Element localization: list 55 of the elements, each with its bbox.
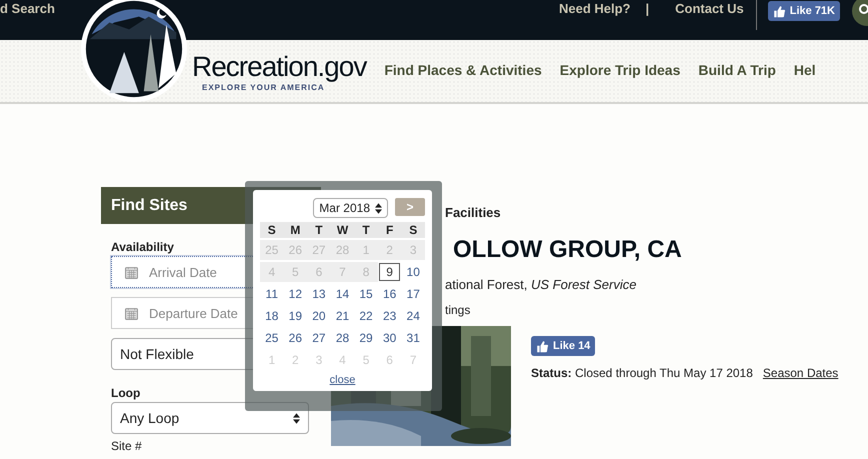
- calendar-day[interactable]: 13: [307, 284, 331, 304]
- weekday-label: S: [260, 222, 284, 238]
- site-tagline: EXPLORE YOUR AMERICA: [202, 82, 325, 92]
- calendar-icon: [125, 266, 138, 279]
- calendar-day[interactable]: 20: [307, 306, 331, 326]
- field-label: Site #: [111, 439, 142, 453]
- calendar-day[interactable]: 15: [354, 284, 378, 304]
- facility-subtitle: ational Forest, US Forest Service: [445, 277, 636, 292]
- season-dates-link[interactable]: Season Dates: [762, 366, 838, 380]
- weekday-label: M: [284, 222, 308, 238]
- calendar-day[interactable]: 29: [354, 328, 378, 348]
- field-label: Loop: [111, 386, 140, 400]
- calendar-day[interactable]: 24: [401, 306, 425, 326]
- site-title[interactable]: Recreation.gov: [192, 50, 366, 82]
- calendar-day[interactable]: 17: [401, 284, 425, 304]
- top-link[interactable]: Contact Us: [675, 1, 744, 16]
- up-down-arrows-icon: [293, 412, 300, 424]
- calendar-icon: [125, 307, 138, 320]
- loop-select[interactable]: Any Loop: [111, 402, 309, 434]
- weekday-label: W: [330, 222, 354, 238]
- weekday-label: S: [401, 222, 425, 238]
- weekday-label: F: [378, 222, 402, 238]
- nav-link[interactable]: Build A Trip: [698, 62, 776, 78]
- field-label: Availability: [111, 240, 174, 254]
- weekday-label: T: [307, 222, 331, 238]
- like-button[interactable]: Like 71K: [768, 1, 840, 21]
- search-link[interactable]: d Search: [0, 1, 55, 16]
- facility-title: OLLOW GROUP, CA: [453, 236, 682, 264]
- calendar-day[interactable]: 30: [378, 328, 402, 348]
- thumbs-up-icon: [536, 340, 549, 352]
- close-link[interactable]: close: [260, 374, 425, 386]
- like-button[interactable]: Like 14: [531, 336, 596, 356]
- calendar-day[interactable]: 10: [401, 262, 425, 282]
- calendar-day[interactable]: 23: [378, 306, 402, 326]
- nav-link[interactable]: Find Places & Activities: [384, 62, 542, 78]
- calendar-day[interactable]: 18: [260, 306, 284, 326]
- calendar-day[interactable]: 28: [330, 328, 354, 348]
- nav-link[interactable]: Hel: [794, 62, 816, 78]
- calendar-day[interactable]: 22: [354, 306, 378, 326]
- calendar-day[interactable]: 31: [401, 328, 425, 348]
- top-link[interactable]: Need Help?: [558, 1, 630, 16]
- calendar-day[interactable]: 19: [284, 306, 308, 326]
- status-text: Status: Closed through Thu May 17 2018: [531, 366, 753, 380]
- month-select[interactable]: Mar 2018: [313, 198, 388, 218]
- calendar-day[interactable]: 16: [378, 284, 402, 304]
- up-down-arrows-icon: [375, 202, 382, 214]
- nav-link[interactable]: Explore Trip Ideas: [560, 62, 680, 78]
- thumbs-up-icon: [772, 4, 786, 18]
- calendar-day[interactable]: 9: [378, 262, 402, 282]
- breadcrumb[interactable]: Facilities: [445, 205, 501, 220]
- ratings-text: tings: [445, 303, 470, 317]
- weekday-label: T: [354, 222, 378, 238]
- calendar-day[interactable]: 21: [330, 306, 354, 326]
- calendar-day[interactable]: 14: [330, 284, 354, 304]
- separator: |: [645, 1, 650, 16]
